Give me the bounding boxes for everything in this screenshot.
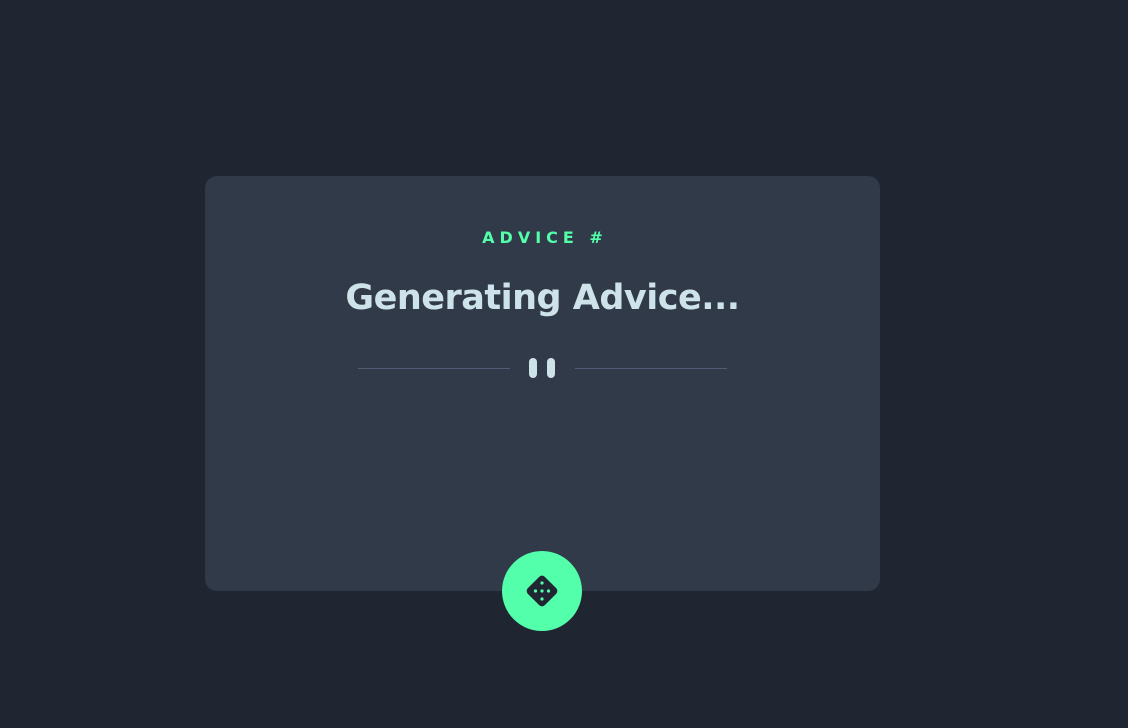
advice-text: Generating Advice... xyxy=(345,278,740,318)
pause-bar-left xyxy=(529,358,537,378)
advice-label: ADVICE # xyxy=(482,228,608,247)
divider-line-left xyxy=(358,368,510,369)
dice-icon xyxy=(526,575,558,607)
advice-card: ADVICE # Generating Advice... xyxy=(205,176,880,591)
pause-bar-right xyxy=(547,358,555,378)
divider-line-right xyxy=(575,368,727,369)
generate-advice-button[interactable] xyxy=(502,551,582,631)
divider xyxy=(358,356,727,380)
pause-icon xyxy=(529,358,557,378)
